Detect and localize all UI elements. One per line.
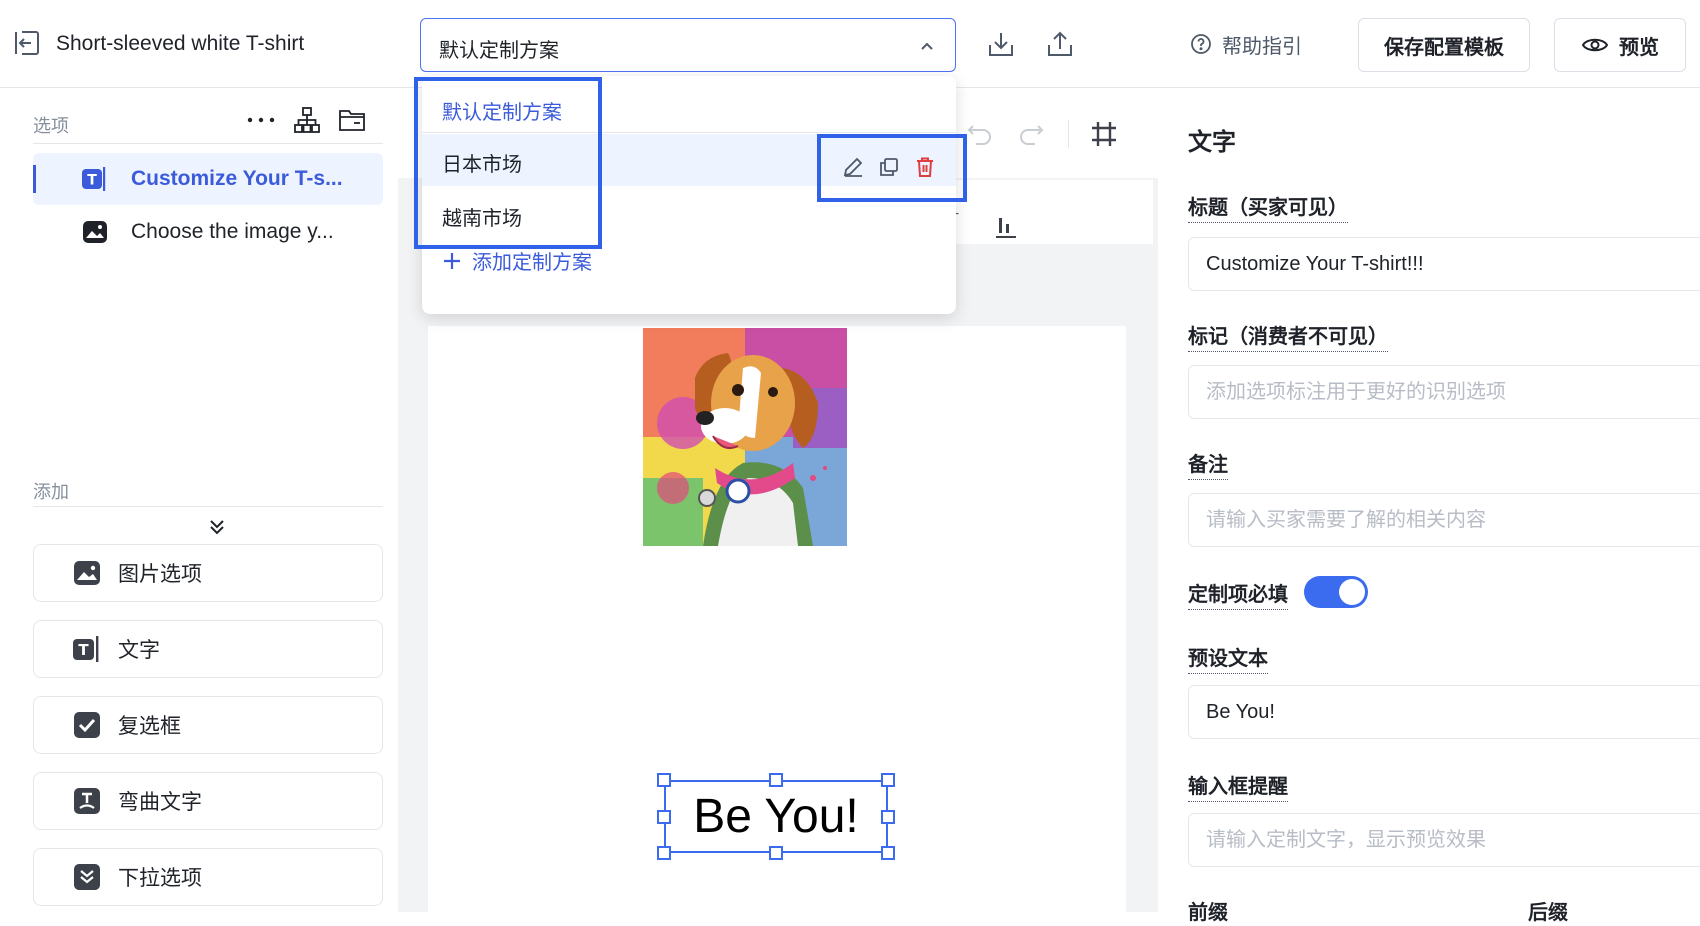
add-curved-text-button[interactable]: 弯曲文字 <box>33 772 383 830</box>
preview-button[interactable]: 预览 <box>1554 18 1686 72</box>
menu-item-default-scheme[interactable]: 默认定制方案 <box>422 82 956 134</box>
prefix-field-label: 前缀 <box>1188 902 1228 924</box>
scheme-select-value: 默认定制方案 <box>439 40 559 62</box>
resize-handle-top-left[interactable] <box>657 773 671 787</box>
add-item-label: 复选框 <box>118 715 181 738</box>
menu-divider <box>422 132 956 133</box>
left-panel: 选项 T Customize Your T-s... Choose the im… <box>0 88 398 912</box>
resize-handle-bottom-left[interactable] <box>657 846 671 860</box>
dog-illustration[interactable] <box>643 328 847 546</box>
toggle-knob <box>1339 579 1365 605</box>
panel-title: 文字 <box>1188 129 1236 156</box>
upload-icon[interactable] <box>1044 28 1076 60</box>
active-indicator <box>33 165 36 193</box>
folder-icon[interactable] <box>337 106 367 134</box>
resize-handle-bottom[interactable] <box>769 846 783 860</box>
add-checkbox-button[interactable]: 复选框 <box>33 696 383 754</box>
redo-icon[interactable] <box>1016 119 1046 149</box>
help-link[interactable]: 帮助指引 <box>1190 29 1302 59</box>
add-image-option-button[interactable]: 图片选项 <box>33 544 383 602</box>
copy-icon[interactable] <box>876 154 902 180</box>
resize-handle-bottom-right[interactable] <box>881 846 895 860</box>
eye-icon <box>1581 35 1609 55</box>
note-field-label: 备注 <box>1188 448 1228 480</box>
add-dropdown-button[interactable]: 下拉选项 <box>33 848 383 906</box>
menu-item-label: 日本市场 <box>442 154 522 176</box>
product-title: Short-sleeved white T-shirt <box>56 32 305 55</box>
menu-item-label: 越南市场 <box>442 208 522 230</box>
tag-field-label: 标记（消费者不可见） <box>1188 320 1388 352</box>
title-input[interactable] <box>1188 237 1700 291</box>
svg-text:T: T <box>78 641 89 659</box>
option-label: Choose the image y... <box>131 220 334 243</box>
edit-icon[interactable] <box>840 154 866 180</box>
suffix-field-label: 后缀 <box>1528 902 1568 924</box>
add-item-label: 文字 <box>118 639 160 662</box>
preset-input[interactable] <box>1188 685 1700 739</box>
required-toggle[interactable] <box>1304 576 1368 608</box>
options-divider <box>33 143 383 144</box>
image-icon <box>72 558 102 588</box>
canvas-text-element[interactable]: Be You! <box>657 773 895 860</box>
option-label: Customize Your T-s... <box>131 167 343 190</box>
more-icon[interactable] <box>246 108 276 132</box>
menu-item-vietnam-market[interactable]: 越南市场 <box>422 188 956 240</box>
add-scheme-button[interactable]: 添加定制方案 <box>442 246 592 275</box>
download-icon[interactable] <box>985 28 1017 60</box>
hint-input[interactable] <box>1188 813 1700 867</box>
chevron-up-icon <box>919 38 935 54</box>
text-icon: T <box>72 634 102 664</box>
crop-icon[interactable] <box>1088 118 1120 150</box>
add-header: 添加 <box>33 482 69 502</box>
scheme-dropdown-menu: 默认定制方案 日本市场 越南市场 添加定制方案 <box>422 76 956 314</box>
options-header: 选项 <box>33 116 69 136</box>
help-label: 帮助指引 <box>1222 35 1302 58</box>
save-template-button[interactable]: 保存配置模板 <box>1358 18 1530 72</box>
add-scheme-label: 添加定制方案 <box>472 252 592 274</box>
text-icon: T <box>81 165 109 193</box>
scheme-select[interactable]: 默认定制方案 <box>420 18 956 72</box>
add-item-label: 下拉选项 <box>118 867 202 890</box>
add-divider <box>33 506 383 507</box>
properties-panel: 文字 标题（买家可见） 标记（消费者不可见） 备注 定制项必填 预设文本 输入框… <box>1158 88 1700 924</box>
align-bottom-icon[interactable] <box>993 214 1019 240</box>
note-input[interactable] <box>1188 493 1700 547</box>
plus-icon <box>442 251 462 271</box>
align-toolbar <box>938 180 1153 244</box>
undo-icon[interactable] <box>965 119 995 149</box>
add-text-button[interactable]: T 文字 <box>33 620 383 678</box>
dropdown-icon <box>72 862 102 892</box>
delete-icon[interactable] <box>912 154 938 180</box>
preview-label: 预览 <box>1619 36 1659 59</box>
resize-handle-left[interactable] <box>657 810 671 824</box>
image-icon <box>81 218 109 246</box>
svg-text:T: T <box>87 173 97 189</box>
back-icon[interactable] <box>12 28 42 58</box>
curved-text-icon <box>72 786 102 816</box>
save-template-label: 保存配置模板 <box>1384 36 1504 59</box>
required-field-label: 定制项必填 <box>1188 578 1288 610</box>
hint-field-label: 输入框提醒 <box>1188 770 1288 802</box>
top-bar: Short-sleeved white T-shirt 默认定制方案 帮助指引 … <box>0 0 1700 88</box>
resize-handle-right[interactable] <box>881 810 895 824</box>
chevrons-down-icon[interactable] <box>204 514 230 540</box>
option-item-choose-image[interactable]: Choose the image y... <box>33 206 383 258</box>
option-item-customize[interactable]: T Customize Your T-s... <box>33 153 383 205</box>
help-circle-icon <box>1190 33 1212 55</box>
add-item-label: 图片选项 <box>118 563 202 586</box>
tag-input[interactable] <box>1188 365 1700 419</box>
preset-field-label: 预设文本 <box>1188 642 1268 674</box>
title-field-label: 标题（买家可见） <box>1188 191 1348 223</box>
hierarchy-icon[interactable] <box>292 105 322 135</box>
add-item-label: 弯曲文字 <box>118 791 202 814</box>
resize-handle-top[interactable] <box>769 773 783 787</box>
toolbar-divider <box>1068 120 1069 148</box>
menu-item-label: 默认定制方案 <box>442 102 562 124</box>
canvas-text: Be You! <box>693 790 859 843</box>
resize-handle-top-right[interactable] <box>881 773 895 787</box>
checkbox-icon <box>72 710 102 740</box>
